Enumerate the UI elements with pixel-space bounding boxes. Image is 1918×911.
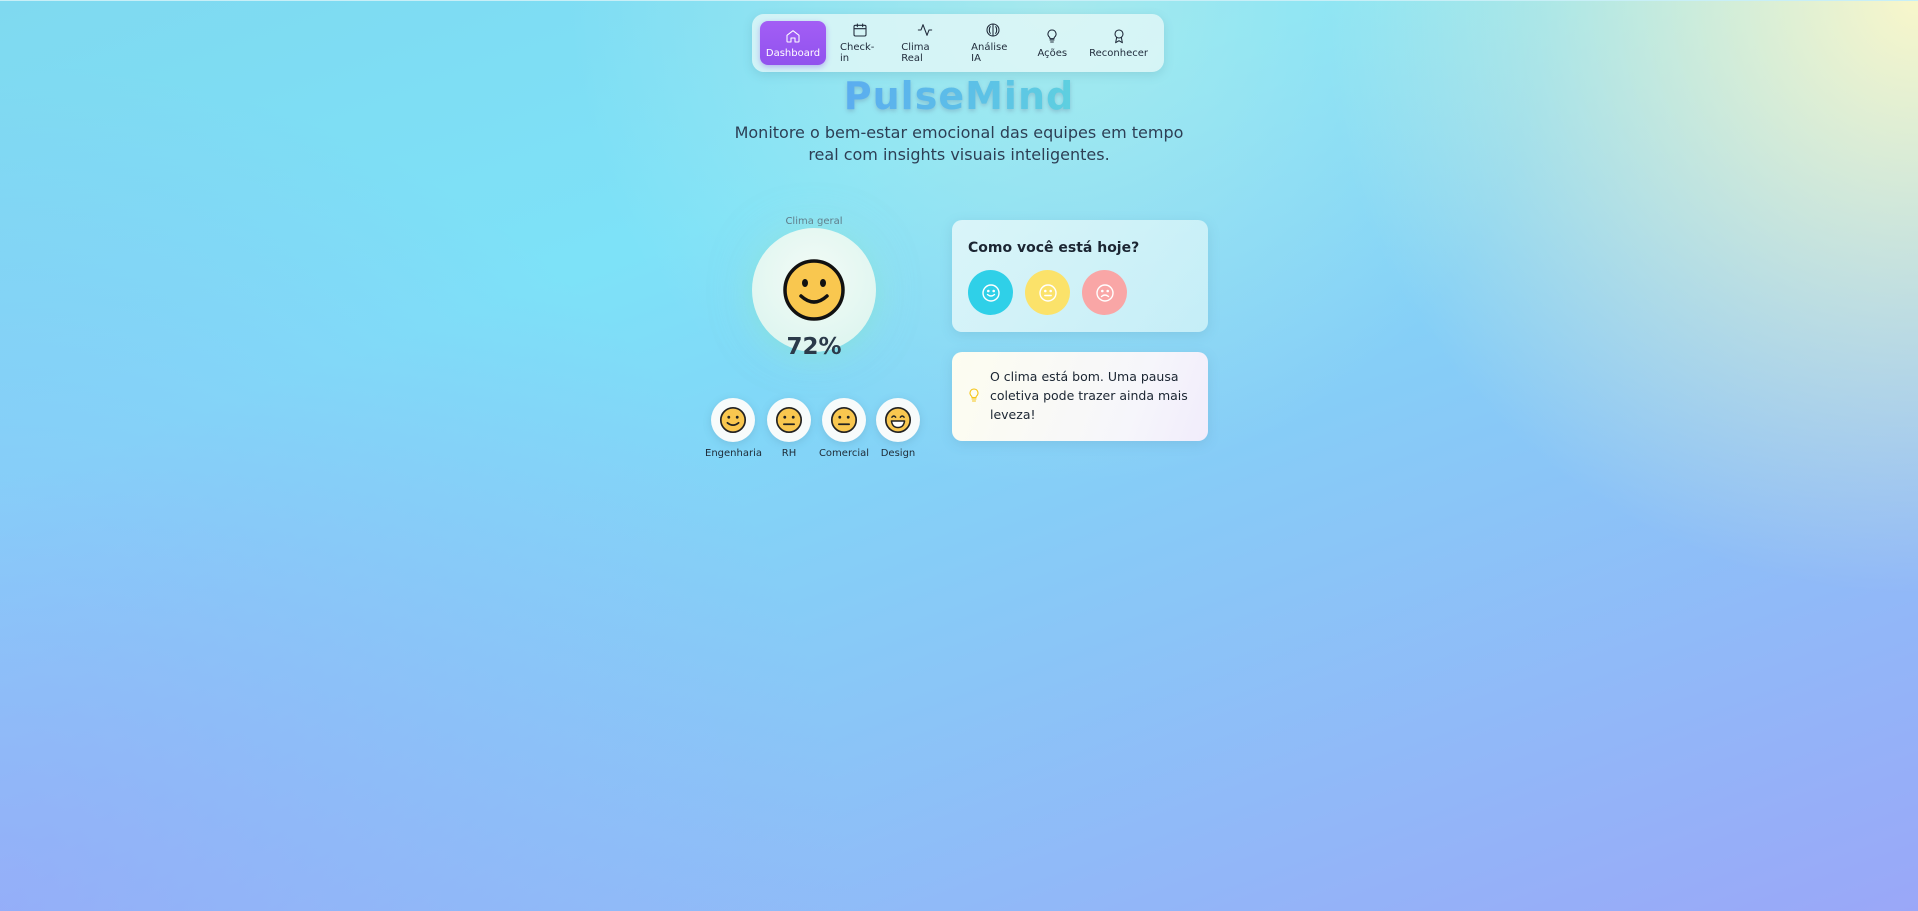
- lightbulb-icon: [1047, 28, 1057, 43]
- nav-label: Check-in: [840, 42, 875, 64]
- ai-tip-card: O clima está bom. Uma pausa coletiva pod…: [952, 352, 1208, 441]
- team-comercial[interactable]: Comercial: [816, 398, 872, 459]
- mood-neutral-button[interactable]: [1025, 270, 1070, 315]
- neutral-face-icon: [830, 406, 858, 434]
- team-name: RH: [781, 448, 797, 459]
- team-name: Comercial: [818, 448, 870, 459]
- team-mood-bubble: [711, 398, 755, 442]
- nav-item-acoes[interactable]: Ações: [1030, 21, 1076, 65]
- smile-icon: [981, 283, 1000, 302]
- meh-icon: [1038, 283, 1057, 302]
- brand-title: PulseMind: [0, 74, 1918, 118]
- nav-label: Ações: [1037, 47, 1068, 59]
- brain-icon: [986, 23, 1000, 37]
- award-icon: [1114, 28, 1124, 43]
- nav-label: Dashboard: [765, 47, 821, 59]
- nav-item-analise-ia[interactable]: Análise IA: [963, 21, 1023, 65]
- nav-item-dashboard[interactable]: Dashboard: [760, 21, 826, 65]
- frown-icon: [1095, 283, 1114, 302]
- lightbulb-icon: [969, 388, 979, 402]
- top-border: [0, 0, 1918, 1]
- team-engenharia[interactable]: Engenharia: [705, 398, 762, 459]
- page-subtitle: Monitore o bem-estar emocional das equip…: [734, 123, 1184, 164]
- team-mood-bubble: [767, 398, 811, 442]
- activity-icon: [917, 24, 933, 36]
- mood-options: [968, 270, 1192, 315]
- climate-percent: 72%: [786, 334, 842, 360]
- team-name: Engenharia: [705, 448, 762, 459]
- grin-face-icon: [884, 406, 912, 434]
- smile-face-icon: [719, 406, 747, 434]
- team-design[interactable]: Design: [870, 398, 926, 459]
- calendar-icon: [853, 23, 867, 37]
- mood-card-title: Como você está hoje?: [968, 240, 1140, 256]
- team-mood-bubble: [822, 398, 866, 442]
- team-mood-bubble: [876, 398, 920, 442]
- nav-label: Reconhecer: [1089, 47, 1149, 59]
- neutral-face-icon: [775, 406, 803, 434]
- team-rh[interactable]: RH: [761, 398, 817, 459]
- nav-label: Análise IA: [971, 42, 1008, 64]
- nav-item-reconhecer[interactable]: Reconhecer: [1081, 21, 1156, 65]
- nav-item-clima-real[interactable]: Clima Real: [893, 21, 957, 65]
- nav-item-check-in[interactable]: Check-in: [832, 21, 887, 65]
- home-icon: [786, 29, 800, 43]
- main-nav: Dashboard Check-in Clima Real Análise IA…: [752, 14, 1164, 72]
- mood-happy-button[interactable]: [968, 270, 1013, 315]
- climate-label: Clima geral: [785, 216, 843, 227]
- mood-check-card: Como você está hoje?: [952, 220, 1208, 332]
- team-name: Design: [880, 448, 916, 459]
- smile-face-icon: [783, 259, 845, 321]
- mood-sad-button[interactable]: [1082, 270, 1127, 315]
- tip-text: O clima está bom. Uma pausa coletiva pod…: [990, 369, 1188, 422]
- nav-label: Clima Real: [901, 42, 930, 64]
